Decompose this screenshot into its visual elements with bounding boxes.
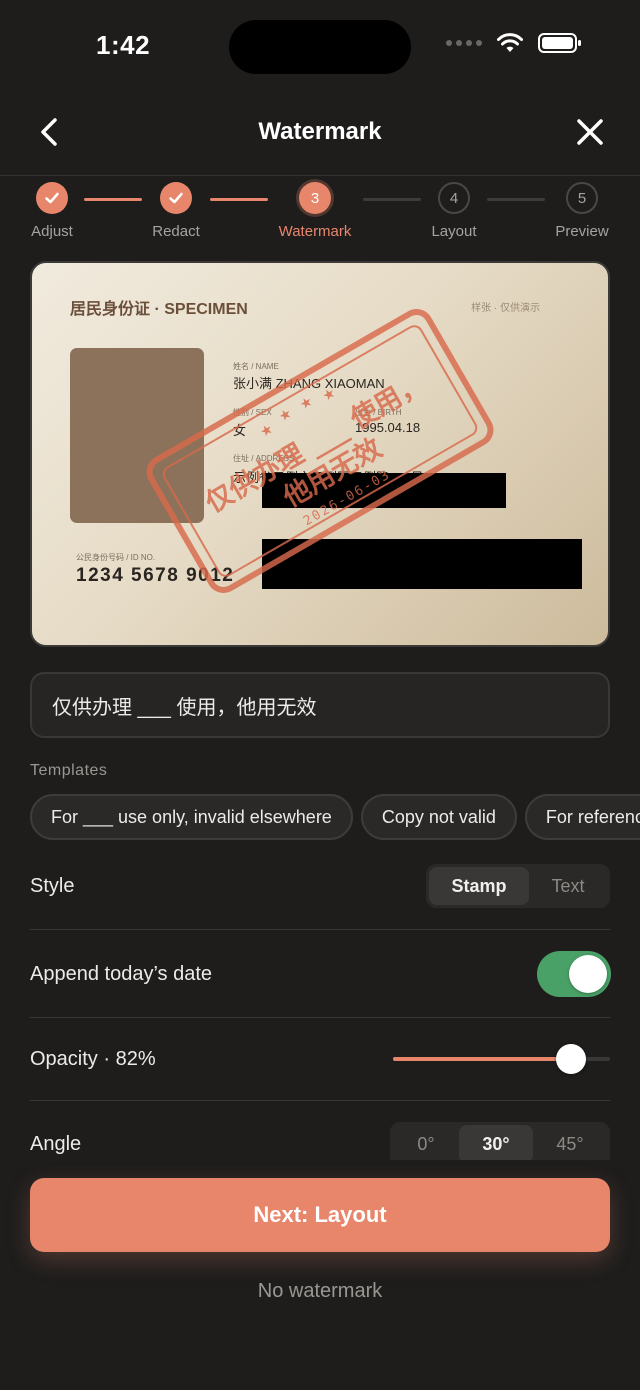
watermark-stamp: ★ ★ ★ ★ 仅供办理 ___ 使用， 他用无效 2026-06-03	[146, 309, 494, 593]
next-layout-button[interactable]: Next: Layout	[30, 1178, 610, 1252]
slider-thumb[interactable]	[556, 1044, 586, 1074]
status-time: 1:42	[96, 30, 151, 60]
svg-text:★: ★	[276, 404, 295, 424]
step-label: Preview	[555, 223, 609, 240]
divider	[30, 1017, 610, 1018]
step-complete-check-icon	[36, 182, 68, 214]
angle-label: Angle	[30, 1133, 82, 1155]
opacity-label: Opacity · 82%	[30, 1048, 156, 1070]
template-chips: For ___ use only, invalid elsewhere Copy …	[30, 794, 640, 842]
template-chip[interactable]: Copy not valid	[360, 794, 517, 840]
style-option-stamp[interactable]: Stamp	[429, 867, 529, 905]
document-preview: 居民身份证 · SPECIMEN 样张 · 仅供演示 姓名 / NAME 张小满…	[30, 261, 610, 647]
step-layout[interactable]: 4 Layout	[394, 182, 514, 240]
step-label: Watermark	[278, 223, 352, 240]
progress-stepper: Adjust Redact 3 Watermark 4 Layout 5 Pre…	[0, 182, 640, 242]
cellular-signal-icon	[446, 40, 482, 46]
step-preview[interactable]: 5 Preview	[522, 182, 640, 240]
wifi-icon	[497, 33, 523, 52]
slider-fill	[393, 1057, 571, 1061]
angle-option-30[interactable]: 30°	[459, 1125, 533, 1160]
no-watermark-button[interactable]: No watermark	[0, 1280, 640, 1303]
opacity-slider[interactable]	[393, 1044, 610, 1074]
append-date-label: Append today’s date	[30, 963, 213, 985]
divider	[30, 1100, 610, 1101]
svg-text:★: ★	[319, 384, 338, 404]
style-option-text[interactable]: Text	[529, 867, 607, 905]
watermark-text-input[interactable]: 仅供办理 ___ 使用，他用无效	[30, 672, 610, 738]
step-redact[interactable]: Redact	[116, 182, 236, 240]
template-chip[interactable]: For ___ use only, invalid elsewhere	[30, 794, 353, 840]
step-number: 5	[566, 182, 598, 214]
step-label: Adjust	[31, 223, 73, 240]
step-adjust[interactable]: Adjust	[0, 182, 112, 240]
step-complete-check-icon	[160, 182, 192, 214]
battery-icon	[538, 33, 581, 53]
template-chip[interactable]: For reference only	[524, 794, 640, 840]
style-label: Style	[30, 875, 75, 897]
step-label: Layout	[431, 223, 477, 240]
close-button[interactable]	[570, 112, 610, 152]
append-date-toggle[interactable]	[537, 951, 611, 997]
svg-text:★: ★	[257, 420, 276, 440]
close-icon	[577, 119, 603, 145]
divider	[30, 929, 610, 930]
navigation-bar: Watermark	[0, 96, 640, 176]
step-watermark[interactable]: 3 Watermark	[255, 182, 375, 240]
dynamic-island	[229, 20, 411, 74]
step-label: Redact	[152, 223, 200, 240]
angle-option-45[interactable]: 45°	[533, 1125, 607, 1160]
status-bar: 1:42	[0, 0, 640, 96]
angle-option-0[interactable]: 0°	[393, 1125, 459, 1160]
status-icons	[446, 32, 582, 54]
page-title: Watermark	[258, 118, 382, 145]
templates-caption: Templates	[30, 762, 108, 779]
step-number: 4	[438, 182, 470, 214]
step-number: 3	[299, 182, 331, 214]
svg-text:★: ★	[296, 392, 315, 412]
style-segmented-control: Stamp Text	[426, 864, 610, 908]
angle-segmented-control: 0° 30° 45°	[390, 1122, 610, 1160]
toggle-knob	[569, 955, 607, 993]
